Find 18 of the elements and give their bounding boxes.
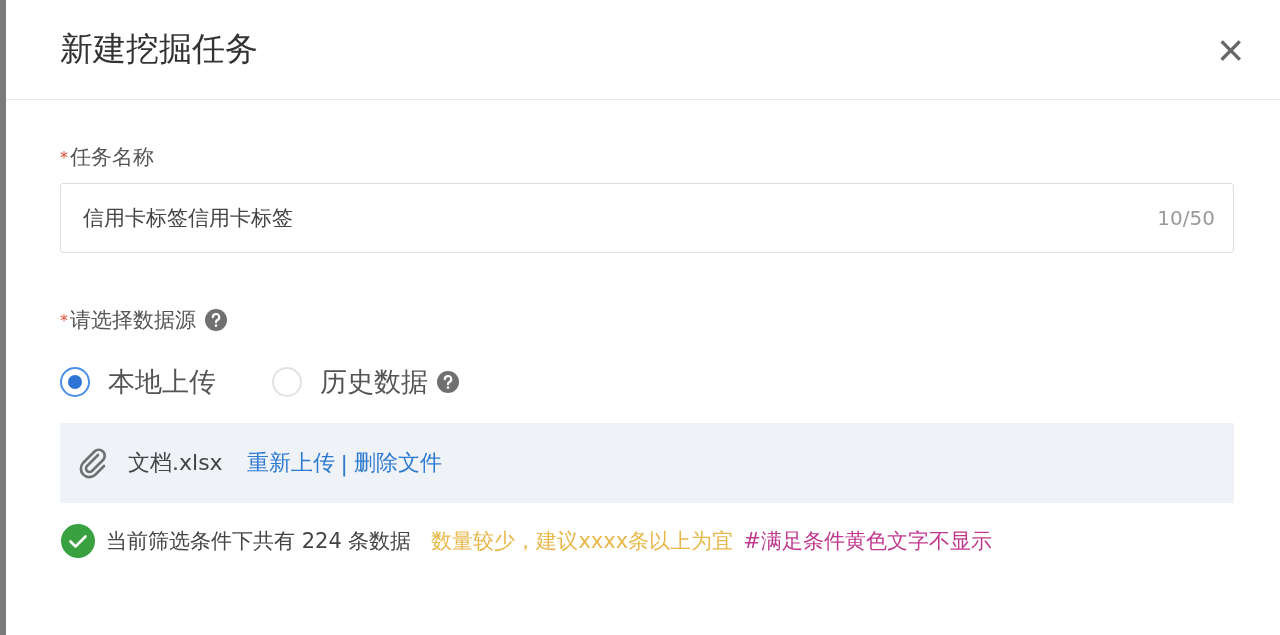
dialog-title: 新建挖掘任务: [60, 28, 258, 70]
close-button[interactable]: ×: [1217, 26, 1244, 73]
text-field[interactable]: 信用卡标签信用卡标签 10/50: [60, 183, 1234, 253]
radio-option[interactable]: 历史数据: [272, 364, 428, 400]
file-name: 文档.xlsx: [128, 449, 223, 477]
required-mark: *: [60, 310, 68, 330]
action-link[interactable]: 删除文件: [354, 448, 443, 478]
action-link[interactable]: 重新上传: [246, 448, 335, 478]
required-mark: *: [60, 147, 68, 167]
link-separator: |: [340, 450, 349, 476]
radio-option[interactable]: 本地上传: [60, 364, 216, 400]
field-value: 信用卡标签信用卡标签: [83, 205, 293, 232]
field-label: 请选择数据源: [70, 307, 196, 334]
hint-text: 数量较少，建议xxxx条以上为宜: [431, 528, 734, 555]
character-counter: 10/50: [1157, 206, 1215, 230]
field-label: 任务名称: [70, 144, 154, 171]
hint-text: #满足条件黄色文字不显示: [743, 528, 992, 555]
status-text: 当前筛选条件下共有 224 条数据: [106, 528, 412, 555]
